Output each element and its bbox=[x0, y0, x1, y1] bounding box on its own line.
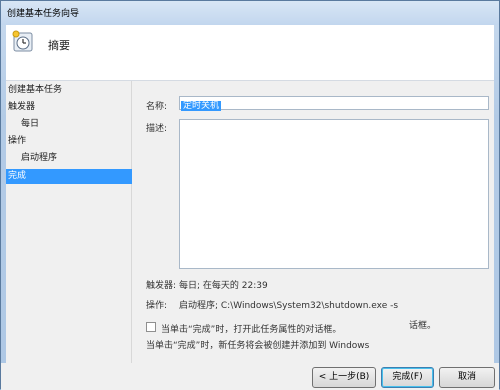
nav-step-finish[interactable]: 完成 bbox=[6, 169, 132, 184]
nav-step-daily[interactable]: 每日 bbox=[6, 117, 132, 132]
description-label: 描述: bbox=[146, 124, 168, 134]
action-value: 启动程序; C:\Windows\System32\shutdown.exe -… bbox=[179, 301, 399, 311]
wizard-header: 摘要 bbox=[6, 25, 494, 81]
nav-step-label: 每日 bbox=[21, 119, 40, 129]
nav-step-label: 创建基本任务 bbox=[8, 85, 63, 95]
summary-panel: 名称: 定时关机 描述: 触发器: 每日; 在每天的 22:39 操作: 启动程… bbox=[136, 81, 492, 363]
back-button[interactable]: < 上一步(B) bbox=[312, 367, 376, 388]
nav-step-label: 启动程序 bbox=[21, 153, 58, 163]
cancel-button[interactable]: 取消 bbox=[439, 367, 495, 388]
page-heading: 摘要 bbox=[48, 39, 70, 52]
nav-step-label: 完成 bbox=[8, 171, 27, 181]
window-title: 创建基本任务向导 bbox=[7, 9, 80, 19]
nav-step-trigger[interactable]: 触发器 bbox=[6, 100, 132, 115]
title-bar[interactable]: 创建基本任务向导 bbox=[1, 1, 499, 25]
trigger-value: 每日; 在每天的 22:39 bbox=[179, 281, 268, 291]
open-properties-label[interactable]: 当单击“完成”时，打开此任务属性的对话框。 bbox=[161, 322, 341, 335]
name-field[interactable]: 定时关机 bbox=[179, 96, 489, 111]
name-label: 名称: bbox=[146, 102, 168, 112]
nav-step-start-program[interactable]: 启动程序 bbox=[6, 151, 132, 166]
wizard-window: 创建基本任务向导 摘要 创建基本任务 触发器 每日 操作 启动程序 完成 名称: bbox=[0, 0, 500, 390]
action-label: 操作: bbox=[146, 301, 168, 311]
open-properties-suffix: 话框。 bbox=[409, 321, 437, 331]
nav-step-action[interactable]: 操作 bbox=[6, 134, 132, 149]
trigger-label: 触发器: bbox=[146, 281, 177, 291]
nav-step-create-basic-task[interactable]: 创建基本任务 bbox=[6, 83, 132, 98]
nav-step-label: 操作 bbox=[8, 136, 27, 146]
description-field[interactable] bbox=[179, 119, 489, 269]
open-properties-checkbox[interactable] bbox=[146, 322, 156, 332]
wizard-body: 创建基本任务 触发器 每日 操作 启动程序 完成 名称: 定时关机 描述: 触发… bbox=[6, 81, 494, 363]
button-bar: < 上一步(B) 完成(F) 取消 bbox=[1, 363, 499, 390]
wizard-steps-nav: 创建基本任务 触发器 每日 操作 启动程序 完成 bbox=[6, 81, 132, 363]
nav-step-label: 触发器 bbox=[8, 102, 36, 112]
task-clock-icon bbox=[11, 30, 35, 54]
finish-button[interactable]: 完成(F) bbox=[381, 367, 434, 388]
finish-info-text: 当单击“完成”时，新任务将会被创建并添加到 Windows bbox=[146, 341, 370, 351]
name-value: 定时关机 bbox=[181, 101, 222, 111]
